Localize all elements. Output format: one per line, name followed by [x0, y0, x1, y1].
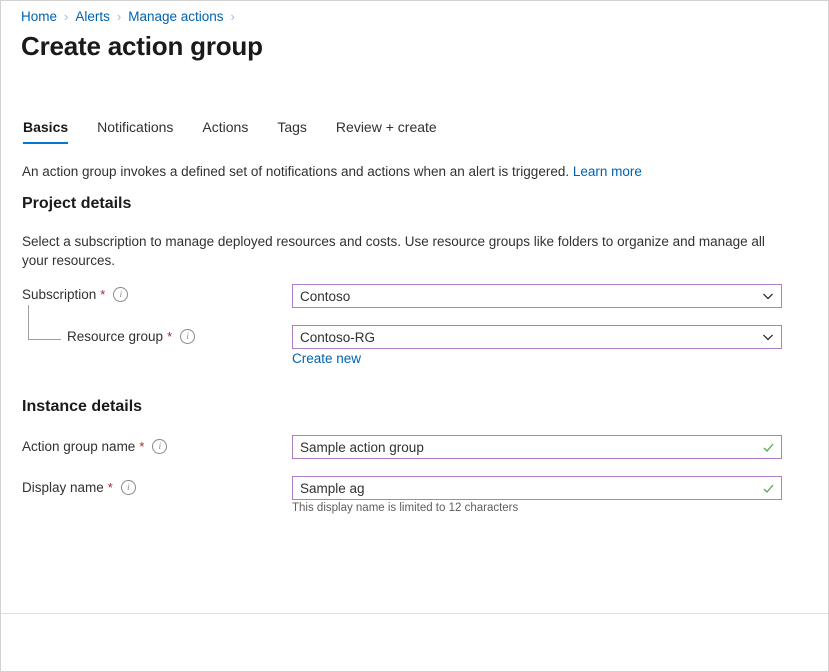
tab-notifications[interactable]: Notifications — [97, 119, 173, 144]
info-icon[interactable]: i — [113, 287, 129, 302]
breadcrumb-separator-icon: › — [64, 9, 69, 24]
display-name-label: Display name * i — [22, 480, 136, 495]
info-icon[interactable]: i — [180, 329, 196, 344]
required-asterisk: * — [100, 287, 106, 302]
action-group-name-value: Sample action group — [300, 439, 424, 455]
subscription-selected-value: Contoso — [300, 288, 351, 304]
tab-basics[interactable]: Basics — [23, 119, 69, 144]
breadcrumb: Home › Alerts › Manage actions › — [21, 7, 242, 27]
wizard-tabs: Basics Notifications Actions Tags Review… — [23, 119, 466, 144]
breadcrumb-item-home[interactable]: Home — [21, 7, 57, 27]
subscription-select[interactable]: Contoso — [292, 284, 782, 308]
display-name-label-text: Display name — [22, 480, 104, 495]
breadcrumb-item-alerts[interactable]: Alerts — [75, 7, 110, 27]
resource-group-label: Resource group * i — [67, 329, 196, 344]
tab-review-create[interactable]: Review + create — [336, 119, 437, 144]
required-asterisk: * — [139, 439, 145, 454]
action-group-name-input[interactable]: Sample action group — [292, 435, 782, 459]
breadcrumb-separator-icon: › — [116, 9, 122, 24]
resource-group-label-text: Resource group — [67, 329, 164, 344]
instance-details-heading: Instance details — [22, 398, 143, 415]
required-asterisk: * — [167, 329, 173, 344]
create-new-resource-group-link[interactable]: Create new — [292, 351, 361, 366]
chevron-down-icon — [761, 289, 775, 303]
tab-actions[interactable]: Actions — [202, 119, 248, 144]
breadcrumb-separator-icon: › — [230, 9, 235, 24]
validation-check-icon — [761, 481, 775, 495]
subscription-label-text: Subscription — [22, 287, 97, 302]
resource-group-selected-value: Contoso-RG — [300, 329, 376, 345]
breadcrumb-item-manage-actions[interactable]: Manage actions — [128, 7, 223, 27]
project-details-description: Select a subscription to manage deployed… — [22, 234, 765, 268]
resource-group-select[interactable]: Contoso-RG — [292, 325, 782, 349]
info-icon[interactable]: i — [120, 480, 136, 495]
create-action-group-page: Home › Alerts › Manage actions › Create … — [0, 0, 829, 672]
required-asterisk: * — [107, 480, 113, 495]
display-name-helper-text: This display name is limited to 12 chara… — [292, 502, 519, 514]
action-group-name-label: Action group name * i — [22, 439, 168, 454]
project-details-heading: Project details — [22, 195, 132, 212]
action-group-name-label-text: Action group name — [22, 439, 136, 454]
resource-group-tree-connector — [28, 305, 61, 340]
display-name-value: Sample ag — [300, 480, 365, 496]
learn-more-link[interactable]: Learn more — [573, 164, 642, 179]
validation-check-icon — [761, 440, 775, 454]
intro-sentence: An action group invokes a defined set of… — [22, 164, 570, 179]
subscription-label: Subscription * i — [22, 287, 129, 302]
tab-tags[interactable]: Tags — [277, 119, 307, 144]
chevron-down-icon — [761, 330, 775, 344]
page-title: Create action group — [21, 31, 263, 61]
display-name-input[interactable]: Sample ag — [292, 476, 782, 500]
footer-bar: Review + create Previous Next: Notificat… — [1, 614, 828, 671]
intro-text: An action group invokes a defined set of… — [22, 163, 642, 181]
info-icon[interactable]: i — [152, 439, 168, 454]
